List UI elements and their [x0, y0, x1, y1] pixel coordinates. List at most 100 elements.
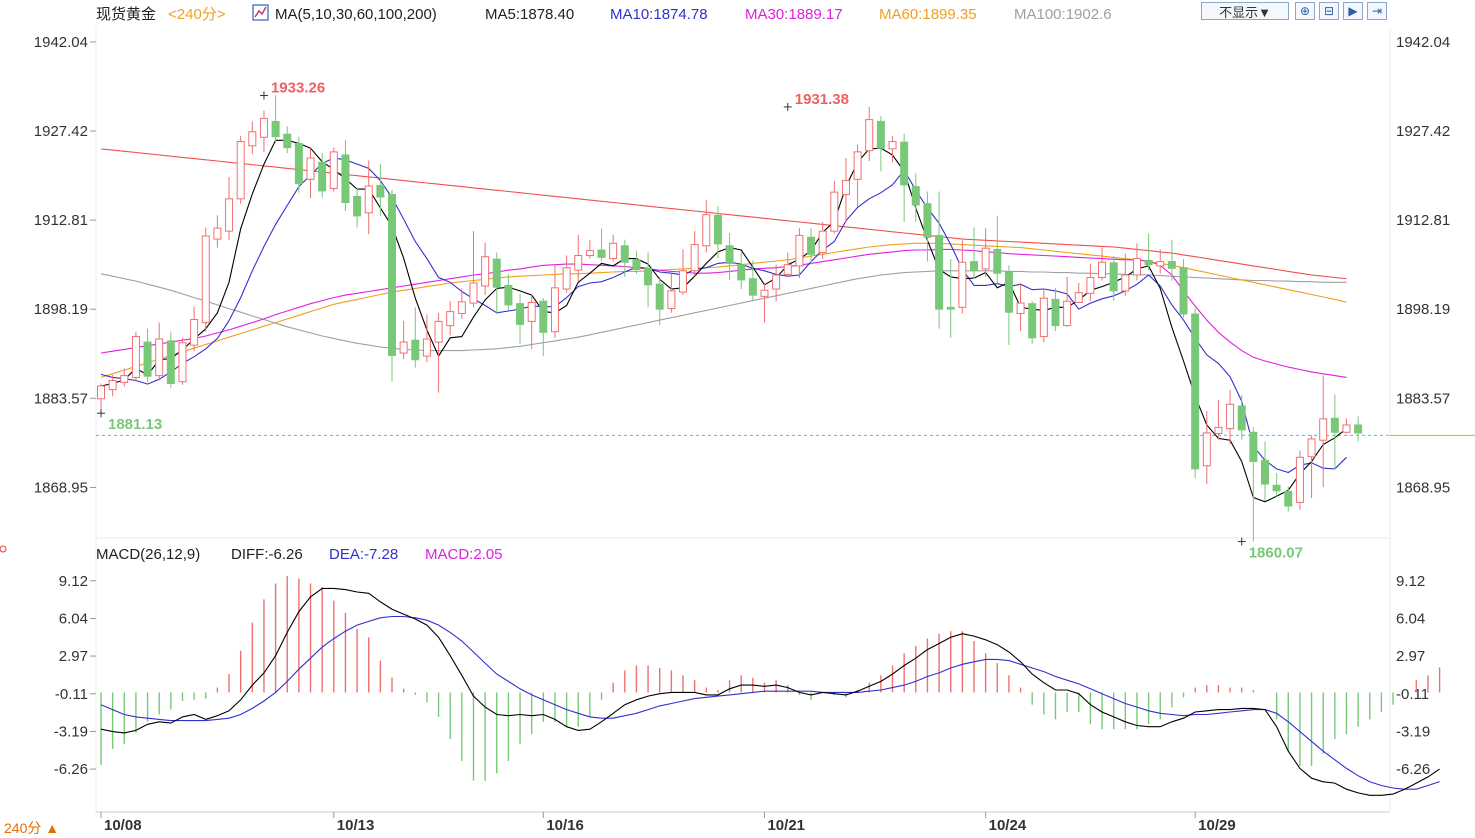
candle-body: [259, 117, 268, 138]
price-tick-right: 1927.42: [1396, 123, 1450, 140]
candle-down: [166, 331, 175, 388]
candle-body: [201, 235, 210, 324]
candle-up: [1295, 450, 1304, 510]
candle-body: [737, 264, 746, 281]
candle-body: [504, 284, 513, 306]
macd-tick-right: -3.19: [1396, 724, 1430, 741]
candle-body: [1086, 276, 1095, 294]
period-selector[interactable]: <240分>: [168, 6, 226, 23]
candle-down: [504, 273, 513, 311]
candle-body: [120, 375, 129, 383]
candle-up: [527, 295, 536, 349]
candle-down: [923, 191, 932, 262]
crosshair-marker: [0, 545, 7, 553]
jump-end-button[interactable]: ⇥: [1367, 2, 1387, 20]
high-price-label: 1933.26: [271, 79, 325, 96]
candle-body: [178, 342, 187, 383]
candle-up: [830, 181, 839, 234]
candle-body: [248, 131, 257, 147]
macd-tick-right: 6.04: [1396, 610, 1425, 627]
candle-up: [609, 234, 618, 262]
candle-up: [981, 228, 990, 277]
candle-up: [1342, 418, 1351, 433]
candle-body: [667, 290, 676, 310]
candle-up: [155, 322, 164, 381]
period-switch[interactable]: 240分 ▲: [4, 818, 59, 838]
x-tick-label: 10/16: [546, 817, 584, 834]
candle-down: [411, 307, 420, 368]
candle-up: [853, 144, 862, 207]
candle-body: [783, 264, 792, 275]
candle-body: [876, 120, 885, 149]
candle-body: [644, 267, 653, 286]
zoom-in-button[interactable]: ⊕: [1295, 2, 1315, 20]
candle-down: [1028, 301, 1037, 344]
macd-diff-value: DIFF:-6.26: [231, 546, 303, 563]
candle-body: [795, 234, 804, 267]
x-tick-label: 10/13: [337, 817, 375, 834]
candle-body: [294, 142, 303, 185]
candle-down: [318, 153, 327, 198]
candle-body: [865, 119, 874, 152]
zoom-out-button[interactable]: ⊟: [1319, 2, 1339, 20]
candle-body: [1354, 424, 1363, 434]
candle-down: [1144, 233, 1153, 271]
ma5-line: [100, 139, 1347, 503]
candle-up: [1039, 289, 1048, 343]
candle-body: [399, 341, 408, 354]
candle-body: [225, 198, 234, 232]
indicator-display-dropdown[interactable]: 不显示▼: [1201, 2, 1289, 20]
price-tick-right: 1898.19: [1396, 301, 1450, 318]
ma10-line: [100, 157, 1347, 474]
play-button[interactable]: ▶: [1343, 2, 1363, 20]
candle-body: [1272, 484, 1281, 492]
ma-icon: [252, 4, 269, 21]
macd-tick-right: 9.12: [1396, 573, 1425, 590]
gold-candlestick-chart[interactable]: 现货黄金 <240分> MA(5,10,30,60,100,200) MA5:1…: [0, 0, 1475, 837]
candle-body: [923, 203, 932, 238]
candle-up: [1226, 389, 1235, 445]
candle-body: [713, 214, 722, 245]
candle-body: [364, 185, 373, 214]
ma5-value: MA5:1878.40: [485, 6, 574, 23]
candle-down: [376, 164, 385, 216]
candle-body: [609, 242, 618, 260]
candle-down: [341, 139, 350, 212]
candle-body: [807, 236, 816, 255]
candle-up: [679, 249, 687, 296]
macd-tick-right: 2.97: [1396, 648, 1425, 665]
price-tick-right: 1912.81: [1396, 212, 1450, 229]
candle-body: [888, 141, 897, 150]
candle-body: [679, 270, 687, 293]
candle-down: [492, 252, 501, 315]
ma-params: MA(5,10,30,60,100,200): [275, 6, 437, 23]
candle-up: [481, 242, 490, 296]
candle-up: [97, 383, 105, 414]
candle-body: [422, 338, 431, 357]
candle-up: [306, 148, 315, 199]
candle-up: [1098, 247, 1107, 281]
candle-body: [1039, 297, 1048, 338]
candle-up: [562, 255, 571, 293]
candle-body: [632, 259, 641, 271]
x-tick-label: 10/21: [767, 817, 805, 834]
candle-body: [155, 338, 164, 377]
candle-up: [399, 320, 408, 360]
candle-down: [283, 126, 292, 154]
candle-body: [1261, 459, 1269, 485]
candle-body: [900, 141, 909, 186]
low-price-label: 1881.13: [108, 416, 162, 433]
candle-body: [1074, 292, 1083, 303]
candle-body: [725, 245, 734, 264]
period-arrow-icon: ▲: [45, 820, 60, 836]
candle-up: [225, 176, 234, 240]
ma30-line: [100, 248, 1347, 378]
price-tick-right: 1868.95: [1396, 479, 1450, 496]
candle-body: [1191, 313, 1200, 470]
candle-down: [1109, 256, 1118, 301]
candle-down: [748, 260, 757, 302]
candle-body: [818, 230, 827, 253]
candle-body: [772, 274, 781, 290]
candle-body: [166, 340, 175, 385]
candle-up: [1016, 282, 1025, 332]
